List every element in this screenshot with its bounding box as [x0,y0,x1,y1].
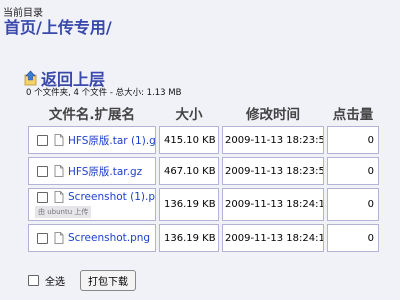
file-hits: 0 [327,188,379,221]
file-size: 467.10 KB [159,157,219,185]
column-header-filename[interactable]: 文件名.扩展名 [28,103,156,123]
select-all-label[interactable]: 全选 [45,273,65,288]
file-icon [54,232,64,244]
file-link[interactable]: Screenshot.png [68,232,150,244]
file-name-cell: HFS原版.tar.gz [28,157,156,185]
file-size: 415.10 KB [159,126,219,154]
bulk-actions: 全选 打包下载 [28,270,136,291]
file-hits: 0 [327,224,379,252]
file-hits: 0 [327,157,379,185]
column-header-size[interactable]: 大小 [159,103,219,123]
select-all-checkbox[interactable] [28,275,39,286]
file-checkbox[interactable] [37,191,48,203]
file-table: 文件名.扩展名 大小 修改时间 点击量 HFS原版.tar (1).gz 415… [25,100,382,255]
file-name-cell: Screenshot.png [28,224,156,252]
folder-up-icon [24,70,37,86]
file-modified: 2009-11-13 18:23:58 [222,157,324,185]
breadcrumb-home-link[interactable]: 首页 [4,18,36,37]
file-icon [54,191,64,203]
breadcrumb: 首页/上传专用/ [4,14,112,38]
file-checkbox[interactable] [37,232,48,244]
folder-summary: 0 个文件夹, 4 个文件 - 总大小: 1.13 MB [26,88,182,98]
file-hits: 0 [327,126,379,154]
file-link[interactable]: HFS原版.tar.gz [68,164,142,179]
breadcrumb-upload-folder-link[interactable]: 上传专用 [42,18,106,37]
table-row: Screenshot.png 136.19 KB 2009-11-13 18:2… [28,224,379,252]
table-header-row: 文件名.扩展名 大小 修改时间 点击量 [28,103,379,123]
file-size: 136.19 KB [159,224,219,252]
file-link[interactable]: HFS原版.tar (1).gz [68,133,155,148]
file-modified: 2009-11-13 18:23:58 [222,126,324,154]
file-link[interactable]: Screenshot (1).png [68,191,155,203]
table-row: HFS原版.tar.gz 467.10 KB 2009-11-13 18:23:… [28,157,379,185]
file-checkbox[interactable] [37,165,48,177]
table-row: Screenshot (1).png 由 ubuntu 上传 136.19 KB… [28,188,379,221]
file-checkbox[interactable] [37,134,48,146]
column-header-modified[interactable]: 修改时间 [222,103,324,123]
file-name-cell: Screenshot (1).png 由 ubuntu 上传 [28,188,156,221]
file-icon [54,134,64,146]
file-modified: 2009-11-13 18:24:16 [222,224,324,252]
uploader-note: 由 ubuntu 上传 [35,206,92,218]
file-icon [54,165,64,177]
file-modified: 2009-11-13 18:24:16 [222,188,324,221]
table-row: HFS原版.tar (1).gz 415.10 KB 2009-11-13 18… [28,126,379,154]
column-header-hits[interactable]: 点击量 [327,103,379,123]
breadcrumb-separator: / [105,18,112,37]
zip-download-button[interactable]: 打包下载 [80,270,136,291]
file-name-cell: HFS原版.tar (1).gz [28,126,156,154]
file-size: 136.19 KB [159,188,219,221]
